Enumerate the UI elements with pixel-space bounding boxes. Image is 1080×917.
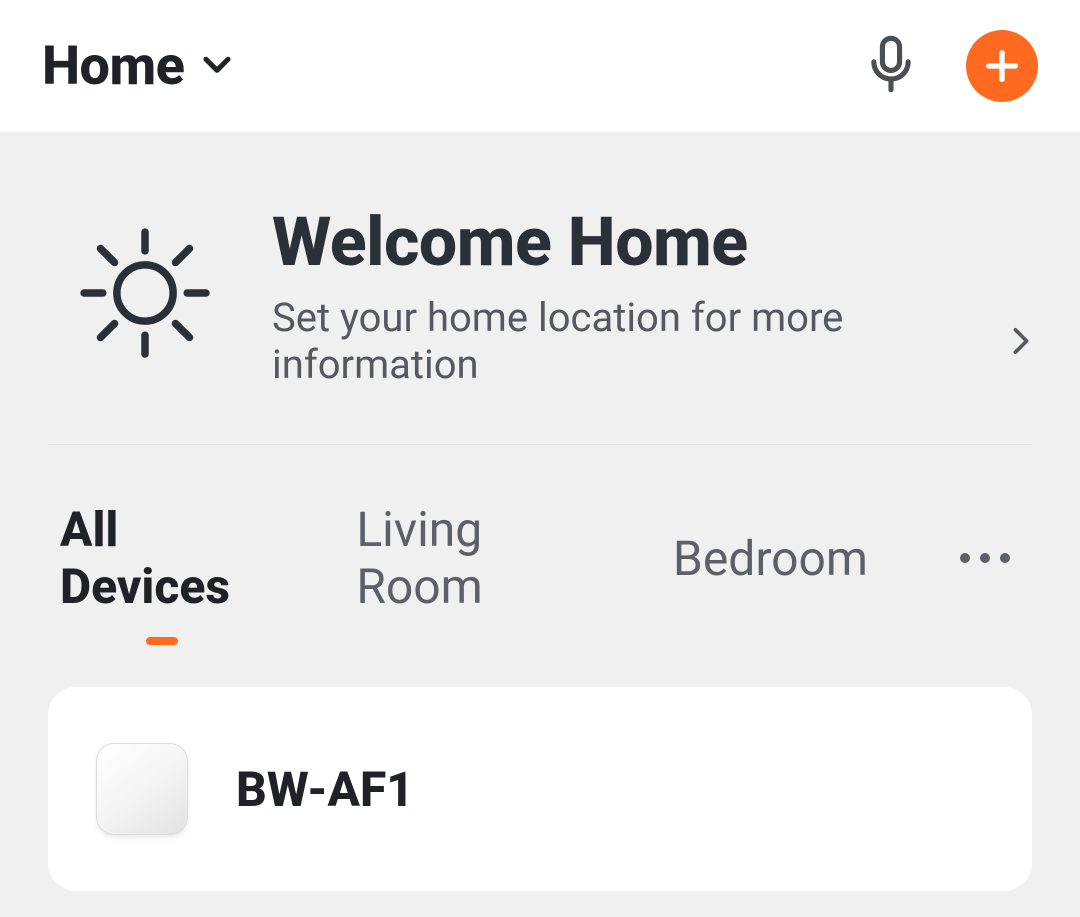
welcome-title: Welcome Home	[272, 202, 1032, 282]
chevron-down-icon	[198, 45, 236, 87]
tab-bedroom[interactable]: Bedroom	[673, 530, 868, 587]
header-actions	[864, 30, 1038, 102]
add-button[interactable]	[966, 30, 1038, 102]
device-card[interactable]: BW-AF1	[48, 687, 1032, 891]
welcome-subtitle: Set your home location for more informat…	[272, 294, 994, 388]
welcome-text: Welcome Home Set your home location for …	[272, 202, 1032, 388]
tab-all-devices[interactable]: All Devices	[60, 501, 264, 615]
device-icon	[96, 743, 188, 835]
dot-icon	[980, 553, 990, 563]
welcome-panel: Welcome Home Set your home location for …	[48, 132, 1032, 445]
device-name: BW-AF1	[236, 761, 414, 818]
main-content: Welcome Home Set your home location for …	[0, 132, 1080, 891]
more-rooms-icon[interactable]	[960, 553, 1020, 563]
sun-icon	[70, 218, 220, 372]
microphone-icon[interactable]	[864, 34, 918, 98]
dot-icon	[1000, 553, 1010, 563]
home-title: Home	[42, 35, 184, 98]
set-location-link[interactable]: Set your home location for more informat…	[272, 294, 1032, 388]
chevron-right-icon	[1010, 327, 1032, 355]
home-selector[interactable]: Home	[42, 35, 236, 98]
room-tabs: All Devices Living Room Bedroom	[48, 445, 1032, 659]
app-header: Home	[0, 0, 1080, 132]
dot-icon	[960, 553, 970, 563]
tab-living-room[interactable]: Living Room	[356, 501, 581, 615]
